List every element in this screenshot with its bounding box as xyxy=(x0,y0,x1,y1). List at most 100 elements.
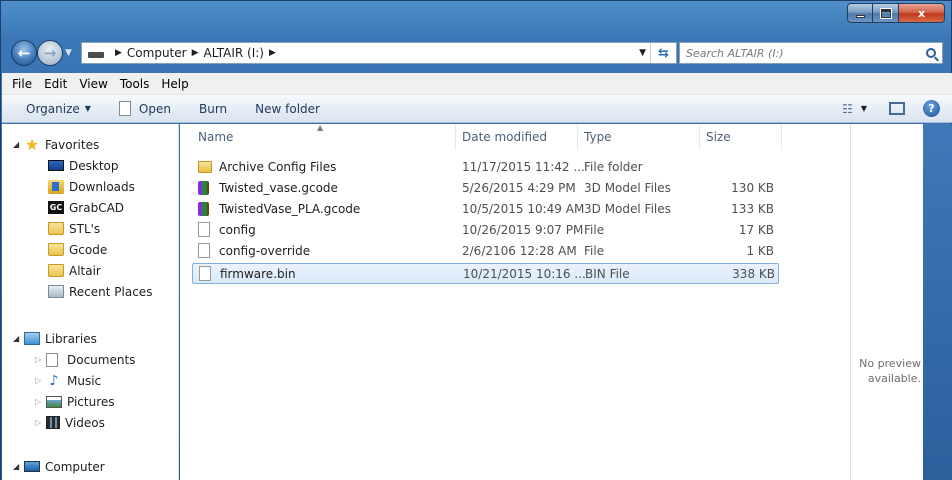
change-view-icon[interactable]: ☷ xyxy=(842,102,853,116)
minimize-icon xyxy=(855,14,865,18)
breadcrumb-computer[interactable]: Computer xyxy=(127,46,187,60)
new-folder-button[interactable]: New folder xyxy=(255,102,320,116)
nav-item-recent-places[interactable]: Recent Places xyxy=(2,281,179,302)
refresh-icon: ⇆ xyxy=(658,45,669,61)
close-icon: x xyxy=(917,6,926,20)
nav-libraries-label: Libraries xyxy=(45,331,97,346)
address-bar[interactable]: ▶ Computer ▶ ALTAIR (I:) ▶ ▼ ⇆ xyxy=(81,42,677,64)
search-icon[interactable] xyxy=(926,48,936,58)
menu-file[interactable]: File xyxy=(6,77,38,91)
file-date: 5/26/2015 4:29 PM xyxy=(462,180,576,195)
menu-view[interactable]: View xyxy=(73,77,113,91)
chevron-right-icon[interactable]: ▶ xyxy=(269,48,276,58)
nav-libraries[interactable]: ◢ Libraries xyxy=(2,328,179,349)
expand-arrow-icon[interactable]: ◢ xyxy=(13,140,24,149)
collapsed-arrow-icon[interactable]: ▷ xyxy=(35,397,46,406)
file-size: 338 KB xyxy=(732,266,775,281)
toolbar-right-group: ☷ ▼ ? xyxy=(842,100,940,117)
gcode-file-icon xyxy=(198,180,209,195)
forward-arrow-icon: → xyxy=(43,44,57,62)
search-box[interactable] xyxy=(679,42,943,64)
file-type: File folder xyxy=(584,159,643,174)
chevron-down-icon[interactable]: ▼ xyxy=(861,104,867,113)
folder-icon xyxy=(48,264,64,277)
expand-arrow-icon[interactable]: ◢ xyxy=(13,462,24,471)
documents-icon xyxy=(46,352,58,367)
folder-icon xyxy=(48,222,64,235)
recent-places-icon xyxy=(48,285,64,298)
file-name-cell: TwistedVase_PLA.gcode xyxy=(198,199,360,218)
file-row-selected[interactable]: firmware.bin 10/21/2015 10:16 ... BIN Fi… xyxy=(192,263,779,284)
column-header-name[interactable]: Name xyxy=(192,124,456,150)
nav-item-music[interactable]: ▷ ♪ Music xyxy=(2,370,179,391)
file-name: TwistedVase_PLA.gcode xyxy=(219,201,361,216)
gcode-file-icon xyxy=(198,201,209,216)
navigation-row: ← → ▼ ▶ Computer ▶ ALTAIR (I:) ▶ ▼ ⇆ xyxy=(9,38,943,68)
menu-edit[interactable]: Edit xyxy=(38,77,73,91)
file-row[interactable]: Twisted_vase.gcode 5/26/2015 4:29 PM 3D … xyxy=(192,178,779,199)
file-row[interactable]: config-override 2/6/2106 12:28 AM File 1… xyxy=(192,241,779,262)
file-row[interactable]: TwistedVase_PLA.gcode 10/5/2015 10:49 AM… xyxy=(192,199,779,220)
nav-item-label: Desktop xyxy=(69,158,119,173)
navigation-pane: ◢ ★ Favorites Desktop Downloads GC GrabC… xyxy=(2,124,179,480)
computer-group: ◢ Computer xyxy=(2,456,179,477)
close-button[interactable]: x xyxy=(899,3,945,23)
downloads-icon xyxy=(48,179,64,194)
maximize-button[interactable] xyxy=(873,3,899,23)
collapsed-arrow-icon[interactable]: ▷ xyxy=(35,376,46,385)
column-header-size[interactable]: Size xyxy=(700,124,782,150)
nav-item-stls[interactable]: STL's xyxy=(2,218,179,239)
star-icon: ★ xyxy=(24,134,40,154)
expand-arrow-icon[interactable]: ◢ xyxy=(13,334,24,343)
nav-computer[interactable]: ◢ Computer xyxy=(2,456,179,477)
sort-ascending-icon: ▲ xyxy=(317,123,324,132)
nav-item-gcode[interactable]: Gcode xyxy=(2,239,179,260)
menu-tools[interactable]: Tools xyxy=(114,77,156,91)
nav-item-documents[interactable]: ▷ Documents xyxy=(2,349,179,370)
organize-button[interactable]: Organize ▼ xyxy=(26,102,91,116)
refresh-button[interactable]: ⇆ xyxy=(650,43,676,63)
nav-item-desktop[interactable]: Desktop xyxy=(2,155,179,176)
file-date: 10/21/2015 10:16 ... xyxy=(463,266,586,281)
nav-item-grabcad[interactable]: GC GrabCAD xyxy=(2,197,179,218)
nav-item-downloads[interactable]: Downloads xyxy=(2,176,179,197)
nav-item-label: STL's xyxy=(69,221,101,236)
nav-item-label: Altair xyxy=(69,263,101,278)
open-button[interactable]: Open xyxy=(118,101,171,116)
column-header-date[interactable]: Date modified xyxy=(456,124,578,150)
libraries-group: ◢ Libraries ▷ Documents ▷ ♪ Music ▷ Pict… xyxy=(2,328,179,433)
column-header-type[interactable]: Type xyxy=(578,124,700,150)
file-size: 17 KB xyxy=(738,222,774,237)
file-row[interactable]: config 10/26/2015 9:07 PM File 17 KB xyxy=(192,220,779,241)
menu-help[interactable]: Help xyxy=(155,77,194,91)
nav-item-label: GrabCAD xyxy=(69,200,125,215)
file-name: firmware.bin xyxy=(220,266,296,281)
nav-favorites[interactable]: ◢ ★ Favorites xyxy=(2,134,179,155)
recent-pages-button[interactable]: ▼ xyxy=(65,48,72,58)
burn-button[interactable]: Burn xyxy=(199,102,227,116)
nav-item-label: Gcode xyxy=(69,242,108,257)
search-input[interactable] xyxy=(686,46,906,60)
breadcrumb-altair[interactable]: ALTAIR (I:) xyxy=(204,46,265,60)
music-icon: ♪ xyxy=(49,372,59,389)
minimize-button[interactable] xyxy=(847,3,873,23)
nav-item-altair[interactable]: Altair xyxy=(2,260,179,281)
nav-item-pictures[interactable]: ▷ Pictures xyxy=(2,391,179,412)
nav-item-videos[interactable]: ▷ Videos xyxy=(2,412,179,433)
help-icon[interactable]: ? xyxy=(923,100,940,117)
file-name: Archive Config Files xyxy=(219,159,337,174)
title-bar[interactable]: x xyxy=(1,1,951,35)
forward-button[interactable]: → xyxy=(37,40,63,66)
file-row[interactable]: Archive Config Files 11/17/2015 11:42 ..… xyxy=(192,157,779,178)
nav-item-label: Recent Places xyxy=(69,284,153,299)
back-button[interactable]: ← xyxy=(11,40,37,66)
libraries-icon xyxy=(24,332,40,345)
preview-pane-icon[interactable] xyxy=(889,102,905,115)
address-history-dropdown[interactable]: ▼ xyxy=(639,48,646,58)
collapsed-arrow-icon[interactable]: ▷ xyxy=(35,355,46,364)
chevron-right-icon[interactable]: ▶ xyxy=(192,48,199,58)
file-name: config xyxy=(219,222,256,237)
open-label: Open xyxy=(138,101,171,116)
nav-item-label: Pictures xyxy=(67,394,115,409)
collapsed-arrow-icon[interactable]: ▷ xyxy=(35,418,46,427)
